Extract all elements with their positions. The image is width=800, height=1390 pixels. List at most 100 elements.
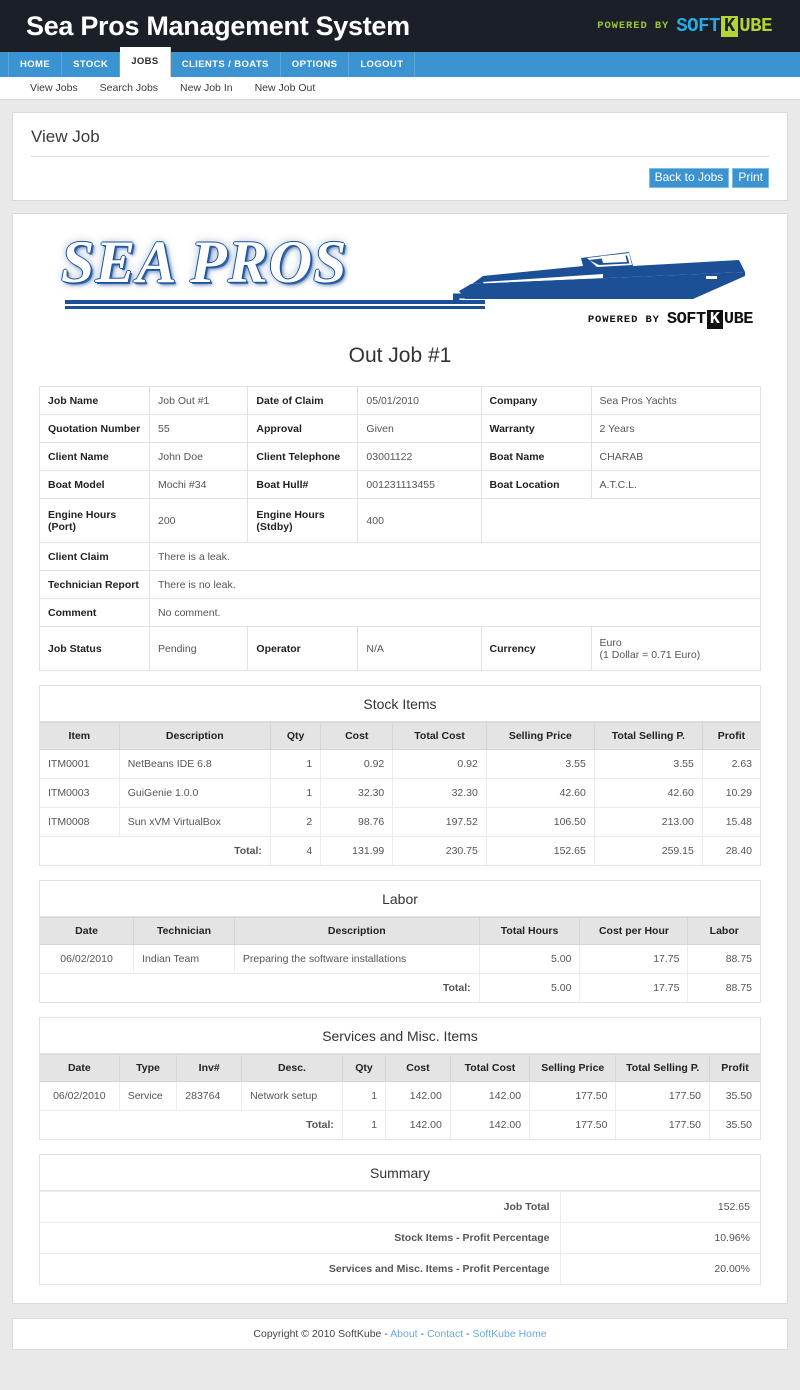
table-header-row: Item Description Qty Cost Total Cost Sel… <box>40 722 760 750</box>
col-description: Description <box>119 722 271 750</box>
col-qty: Qty <box>342 1054 387 1082</box>
stock-total-selling-price: 152.65 <box>486 836 595 865</box>
back-to-jobs-button[interactable]: Back to Jobs <box>648 168 730 188</box>
stock-total-cost: 131.99 <box>320 836 394 865</box>
nav-tab-stock[interactable]: STOCK <box>62 52 121 77</box>
cell-profit: 10.29 <box>702 778 760 808</box>
document-powered-by-label: POWERED BY <box>587 313 660 326</box>
engine-hours-stdby-label: Engine Hours (Stdby) <box>247 498 359 543</box>
nav-tab-clients-boats[interactable]: CLIENTS / BOATS <box>171 52 281 77</box>
col-technician: Technician <box>133 917 235 945</box>
table-header-row: Date Type Inv# Desc. Qty Cost Total Cost… <box>40 1054 760 1082</box>
services-section: Services and Misc. Items Date Type Inv# … <box>39 1017 761 1140</box>
footer-link-contact[interactable]: Contact <box>427 1328 463 1340</box>
nav-tab-jobs[interactable]: JOBS <box>120 47 171 77</box>
nav-tab-options[interactable]: OPTIONS <box>281 52 350 77</box>
services-total-profit: 35.50 <box>709 1110 760 1139</box>
summary-title: Summary <box>40 1155 760 1191</box>
job-status-value: Pending <box>148 626 249 671</box>
col-type: Type <box>119 1054 178 1082</box>
table-row-status: Job Status Pending Operator N/A Currency… <box>39 626 762 671</box>
footer-sep: - <box>417 1328 427 1340</box>
summary-section: Summary Job Total 152.65 Stock Items - P… <box>39 1154 761 1285</box>
detail-label: Approval <box>247 414 359 443</box>
operator-value: N/A <box>357 626 482 671</box>
services-total-total-selling-price: 177.50 <box>615 1110 711 1139</box>
subnav-item-search-jobs[interactable]: Search Jobs <box>100 82 158 94</box>
subnav-item-new-job-in[interactable]: New Job In <box>180 82 233 94</box>
stock-items-section: Stock Items Item Description Qty Cost To… <box>39 685 761 866</box>
currency-label: Currency <box>480 626 592 671</box>
main-navigation: HOME STOCK JOBS CLIENTS / BOATS OPTIONS … <box>0 47 800 77</box>
detail-value: A.T.C.L. <box>590 470 762 499</box>
col-profit: Profit <box>702 722 760 750</box>
table-row: 06/02/2010 Indian Team Preparing the sof… <box>40 944 760 974</box>
services-title: Services and Misc. Items <box>40 1018 760 1054</box>
sub-navigation: View Jobs Search Jobs New Job In New Job… <box>0 77 800 100</box>
sea-pros-logotype: SEA PROS <box>61 229 348 295</box>
col-total-cost: Total Cost <box>450 1054 531 1082</box>
labor-title: Labor <box>40 881 760 917</box>
job-document-title: Out Job #1 <box>348 344 452 367</box>
table-row: ITM0008 Sun xVM VirtualBox 2 98.76 197.5… <box>40 807 760 837</box>
labor-total-hours: 5.00 <box>479 973 581 1002</box>
detail-value: CHARAB <box>590 442 762 471</box>
document-softkube-logo: POWERED BY SOFT K UBE <box>587 310 754 329</box>
summary-label-job-total: Job Total <box>40 1191 561 1223</box>
detail-label: Quotation Number <box>39 414 150 443</box>
document-softkube-wordmark: SOFT K UBE <box>667 310 754 329</box>
cell-profit: 2.63 <box>702 749 760 779</box>
services-total-qty: 1 <box>342 1110 387 1139</box>
cell-cost: 32.30 <box>320 778 394 808</box>
summary-value-stock-profit-pct: 10.96% <box>560 1222 760 1254</box>
cell-total-cost: 197.52 <box>392 807 487 837</box>
col-date: Date <box>40 917 135 945</box>
engine-hours-empty-cell <box>480 498 762 543</box>
cell-selling-price: 42.60 <box>486 778 595 808</box>
col-item: Item <box>40 722 120 750</box>
cell-cost: 142.00 <box>385 1081 451 1111</box>
footer-copyright: Copyright © 2010 SoftKube - <box>253 1328 391 1340</box>
cell-total-selling-price: 42.60 <box>594 778 703 808</box>
footer-link-softkube-home[interactable]: SoftKube Home <box>472 1328 546 1340</box>
detail-value: 001231113455 <box>357 470 482 499</box>
subnav-item-view-jobs[interactable]: View Jobs <box>30 82 78 94</box>
print-button[interactable]: Print <box>732 168 769 188</box>
nav-tab-home[interactable]: HOME <box>8 52 63 77</box>
stock-items-title: Stock Items <box>40 686 760 722</box>
cell-description: Sun xVM VirtualBox <box>119 807 271 837</box>
detail-value: Given <box>357 414 482 443</box>
detail-value: 2 Years <box>590 414 762 443</box>
cell-selling-price: 3.55 <box>486 749 595 779</box>
softkube-ube-text: UBE <box>739 14 772 37</box>
cell-total-selling-price: 3.55 <box>594 749 703 779</box>
col-total-selling-price: Total Selling P. <box>594 722 703 750</box>
subnav-item-new-job-out[interactable]: New Job Out <box>255 82 316 94</box>
page-title: View Job <box>31 127 769 157</box>
col-selling-price: Selling Price <box>486 722 595 750</box>
table-row: Quotation Number 55 Approval Given Warra… <box>39 414 762 443</box>
currency-rate: (1 Dollar = 0.71 Euro) <box>599 648 701 661</box>
nav-tab-logout[interactable]: LOGOUT <box>349 52 416 77</box>
table-row: Services and Misc. Items - Profit Percen… <box>40 1253 760 1284</box>
detail-label: Company <box>480 386 592 415</box>
col-desc: Desc. <box>241 1054 343 1082</box>
footer-link-about[interactable]: About <box>390 1328 417 1340</box>
labor-total-label: Total: <box>40 973 480 1002</box>
cell-qty: 1 <box>270 749 322 779</box>
document-softkube-ube-text: UBE <box>723 310 754 329</box>
table-total-row: Total: 4 131.99 230.75 152.65 259.15 28.… <box>40 836 760 865</box>
detail-label: Boat Model <box>39 470 150 499</box>
detail-label: Client Telephone <box>247 442 359 471</box>
col-cost-per-hour: Cost per Hour <box>579 917 689 945</box>
col-labor: Labor <box>687 917 760 945</box>
labor-section: Labor Date Technician Description Total … <box>39 880 761 1003</box>
cell-date: 06/02/2010 <box>40 1081 120 1111</box>
app-title: Sea Pros Management System <box>26 10 410 41</box>
services-table: Date Type Inv# Desc. Qty Cost Total Cost… <box>40 1054 760 1139</box>
job-status-label: Job Status <box>39 626 150 671</box>
engine-hours-port-value: 200 <box>148 498 249 543</box>
stock-total-qty: 4 <box>270 836 322 865</box>
services-total-selling-price: 177.50 <box>529 1110 617 1139</box>
table-row: ITM0001 NetBeans IDE 6.8 1 0.92 0.92 3.5… <box>40 749 760 779</box>
